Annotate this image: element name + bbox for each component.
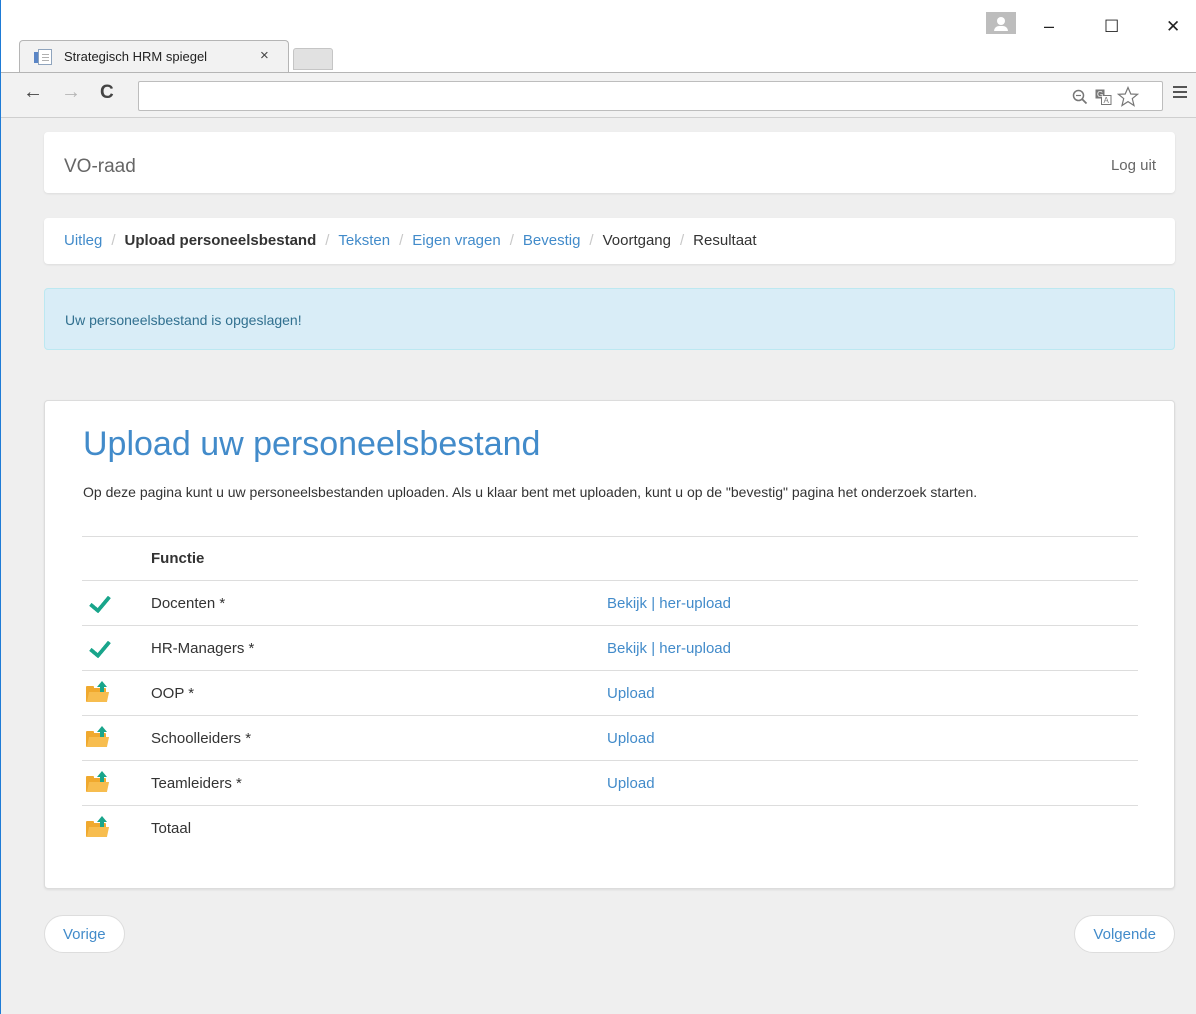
breadcrumb-uitleg[interactable]: Uitleg <box>64 232 102 249</box>
breadcrumb-resultaat: Resultaat <box>693 232 757 249</box>
breadcrumb-bevestig[interactable]: Bevestig <box>523 232 581 249</box>
maximize-icon[interactable]: ☐ <box>1104 17 1119 37</box>
upload-link[interactable]: Upload <box>607 685 655 702</box>
tab-title: Strategisch HRM spiegel <box>64 49 208 64</box>
breadcrumb-separator: / <box>399 232 404 249</box>
upload-panel: Upload uw personeelsbestand Op deze pagi… <box>44 400 1175 889</box>
breadcrumb-separator: / <box>111 232 116 249</box>
upload-link[interactable]: Upload <box>607 775 655 792</box>
navbar: VO-raad Log uit <box>44 132 1175 193</box>
new-tab-button[interactable] <box>293 48 333 70</box>
table-header-actions <box>607 536 1138 581</box>
tab-close-icon[interactable]: × <box>260 47 269 64</box>
row-actions: Upload <box>607 715 1138 761</box>
reupload-link[interactable]: her-upload <box>659 595 731 612</box>
view-link[interactable]: Bekijk <box>607 595 647 612</box>
table-row: Schoolleiders * Upload <box>82 715 1138 761</box>
table-header-icon <box>82 536 151 581</box>
row-function: Schoolleiders * <box>151 715 607 761</box>
row-function: Totaal <box>151 805 607 851</box>
breadcrumb-separator: / <box>325 232 330 249</box>
breadcrumb-separator: / <box>509 232 514 249</box>
document-icon <box>38 49 52 65</box>
table-row: Docenten * Bekijk | her-upload <box>82 580 1138 626</box>
svg-text:A: A <box>1104 96 1110 105</box>
row-actions: Upload <box>607 760 1138 806</box>
breadcrumb-eigen-vragen[interactable]: Eigen vragen <box>412 232 500 249</box>
previous-button[interactable]: Vorige <box>44 915 125 953</box>
address-bar[interactable]: G A <box>138 81 1163 111</box>
table-header-function: Functie <box>151 536 607 581</box>
reupload-link[interactable]: her-upload <box>659 640 731 657</box>
folder-upload-icon <box>86 816 110 838</box>
alert-message: Uw personeelsbestand is opgeslagen! <box>65 312 302 328</box>
upload-link[interactable]: Upload <box>607 730 655 747</box>
logout-link[interactable]: Log uit <box>1111 157 1156 174</box>
hamburger-menu-icon[interactable] <box>1173 83 1189 99</box>
title-bar: Strategisch HRM spiegel × – ☐ ✕ <box>1 0 1196 72</box>
forward-arrow-icon[interactable]: → <box>61 81 81 104</box>
breadcrumb: Uitleg / Upload personeelsbestand / Teksten /… <box>44 218 1175 264</box>
table-row: HR-Managers * Bekijk | her-upload <box>82 625 1138 671</box>
table-row: Teamleiders * Upload <box>82 760 1138 806</box>
back-arrow-icon[interactable]: ← <box>23 81 43 104</box>
zoom-icon[interactable] <box>1072 89 1088 105</box>
row-actions: Bekijk | her-upload <box>607 580 1138 626</box>
folder-upload-icon <box>86 771 110 792</box>
table-row: OOP * Upload <box>82 670 1138 716</box>
browser-tab[interactable]: Strategisch HRM spiegel × <box>19 40 289 72</box>
row-function: Docenten * <box>151 580 607 626</box>
intro-text: Op deze pagina kunt u uw personeelsbesta… <box>83 484 978 500</box>
checkmark-icon <box>88 589 112 614</box>
folder-upload-icon <box>86 726 110 747</box>
action-separator: | <box>651 594 656 612</box>
success-alert: Uw personeelsbestand is opgeslagen! <box>44 288 1175 350</box>
action-separator: | <box>651 639 656 657</box>
folder-upload-icon <box>86 681 110 702</box>
view-link[interactable]: Bekijk <box>607 640 647 657</box>
close-window-icon[interactable]: ✕ <box>1166 17 1180 37</box>
row-function: Teamleiders * <box>151 760 607 806</box>
file-table: Functie Docenten * Bekijk | her-upload H… <box>82 536 1138 851</box>
row-actions: Upload <box>607 670 1138 716</box>
svg-text:G: G <box>1097 90 1103 99</box>
row-function: OOP * <box>151 670 607 716</box>
breadcrumb-separator: / <box>680 232 685 249</box>
breadcrumb-upload-personeelsbestand: Upload personeelsbestand <box>124 232 317 249</box>
table-header-row: Functie <box>82 536 1138 581</box>
bookmark-star-icon[interactable] <box>1117 86 1139 107</box>
next-button[interactable]: Volgende <box>1074 915 1175 953</box>
minimize-icon[interactable]: – <box>1044 16 1054 37</box>
row-actions <box>607 805 1138 851</box>
row-actions: Bekijk | her-upload <box>607 625 1138 671</box>
breadcrumb-voortgang: Voortgang <box>602 232 671 249</box>
browser-toolbar: ← → C G A <box>1 72 1196 118</box>
page-content: VO-raad Log uit Uitleg / Upload personeels… <box>2 119 1196 1014</box>
user-profile-icon[interactable] <box>986 12 1016 34</box>
checkmark-icon <box>88 634 112 659</box>
breadcrumb-separator: / <box>589 232 594 249</box>
row-function: HR-Managers * <box>151 625 607 671</box>
table-row: Totaal <box>82 805 1138 851</box>
reload-icon[interactable]: C <box>100 82 114 104</box>
breadcrumb-teksten[interactable]: Teksten <box>338 232 390 249</box>
browser-window: Strategisch HRM spiegel × – ☐ ✕ ← → C G … <box>0 0 1196 1014</box>
translate-icon[interactable]: G A <box>1095 89 1112 105</box>
page-title: Upload uw personeelsbestand <box>83 425 541 463</box>
brand-name[interactable]: VO-raad <box>64 156 136 178</box>
